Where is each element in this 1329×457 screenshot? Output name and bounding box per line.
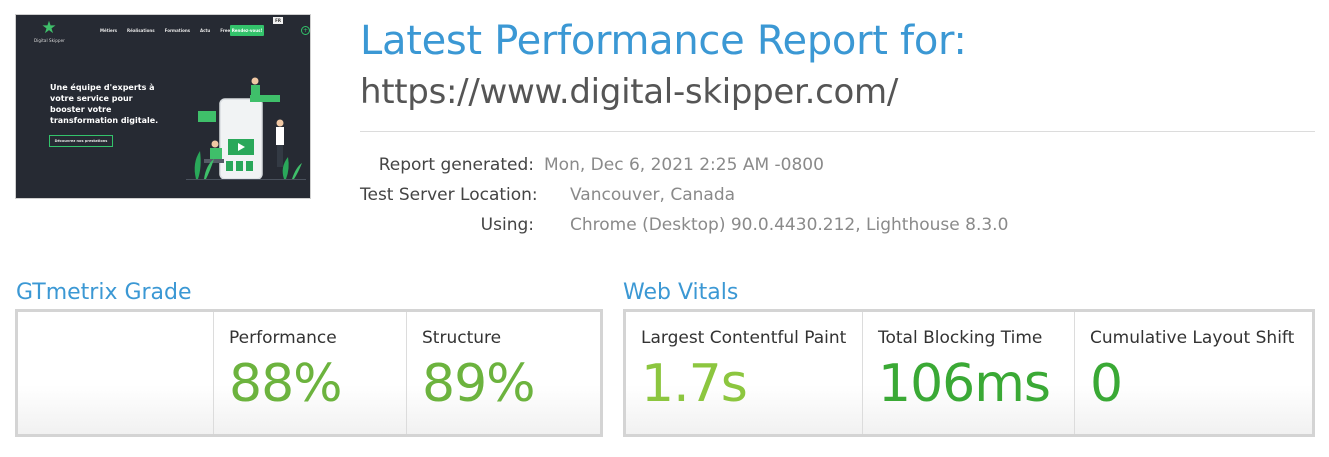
gtmetrix-grade-panel: Performance 88% Structure 89% xyxy=(15,309,603,437)
performance-column: Performance 88% xyxy=(213,312,406,434)
thumbnail-menu-item: Métiers xyxy=(100,28,118,33)
gtmetrix-grade-title: GTmetrix Grade xyxy=(16,280,192,305)
structure-label: Structure xyxy=(422,328,502,348)
thumbnail-navbar: ★ Digital Skipper Métiers Réalisations F… xyxy=(16,15,310,51)
performance-value: 88% xyxy=(229,354,343,414)
thumbnail-language-badge: FR xyxy=(273,17,283,24)
header-divider xyxy=(360,131,1315,132)
tbt-column: Total Blocking Time 106ms xyxy=(862,312,1074,434)
page-title: Latest Performance Report for: xyxy=(360,18,967,64)
report-url[interactable]: https://www.digital-skipper.com/ xyxy=(360,72,898,112)
thumbnail-menu: Métiers Réalisations Formations Actu Fre… xyxy=(100,28,245,33)
thumbnail-logo-text: Digital Skipper xyxy=(34,38,65,43)
tbt-label: Total Blocking Time xyxy=(878,328,1043,348)
thumbnail-outline-button: Découvrez nos prestations xyxy=(49,135,113,147)
tbt-value: 106ms xyxy=(878,354,1051,414)
cls-column: Cumulative Layout Shift 0 xyxy=(1074,312,1312,434)
server-location-value: Vancouver, Canada xyxy=(570,185,736,205)
thumbnail-logo: ★ Digital Skipper xyxy=(34,18,65,43)
thumbnail-illustration xyxy=(186,77,306,180)
structure-column: Structure 89% xyxy=(406,312,600,434)
lcp-column: Largest Contentful Paint 1.7s xyxy=(626,312,862,434)
report-generated-label: Report generated: xyxy=(378,155,534,175)
thumbnail-menu-item: Réalisations xyxy=(127,28,155,33)
using-value: Chrome (Desktop) 90.0.4430.212, Lighthou… xyxy=(570,215,1009,235)
cls-value: 0 xyxy=(1090,354,1123,414)
thumbnail-cta-button: Rendez-vous! xyxy=(230,25,264,36)
server-location-label: Test Server Location: xyxy=(360,185,538,205)
lcp-value: 1.7s xyxy=(641,354,748,414)
web-vitals-title: Web Vitals xyxy=(623,280,739,305)
thumbnail-menu-item: Actu xyxy=(200,28,211,33)
performance-label: Performance xyxy=(229,328,337,348)
cls-label: Cumulative Layout Shift xyxy=(1090,328,1295,348)
lcp-label: Largest Contentful Paint xyxy=(641,328,847,348)
using-label: Using: xyxy=(480,215,534,235)
star-logo-icon: ★ xyxy=(41,18,57,38)
thumbnail-circle-icon: + xyxy=(301,26,310,35)
web-vitals-panel: Largest Contentful Paint 1.7s Total Bloc… xyxy=(623,309,1315,437)
thumbnail-headline: Une équipe d'experts à votre service pou… xyxy=(50,83,159,125)
page-screenshot-thumbnail: ★ Digital Skipper Métiers Réalisations F… xyxy=(15,14,311,199)
grade-letter-column xyxy=(18,312,213,434)
report-generated-value: Mon, Dec 6, 2021 2:25 AM -0800 xyxy=(544,155,824,175)
thumbnail-menu-item: Formations xyxy=(164,28,191,33)
structure-value: 89% xyxy=(422,354,536,414)
